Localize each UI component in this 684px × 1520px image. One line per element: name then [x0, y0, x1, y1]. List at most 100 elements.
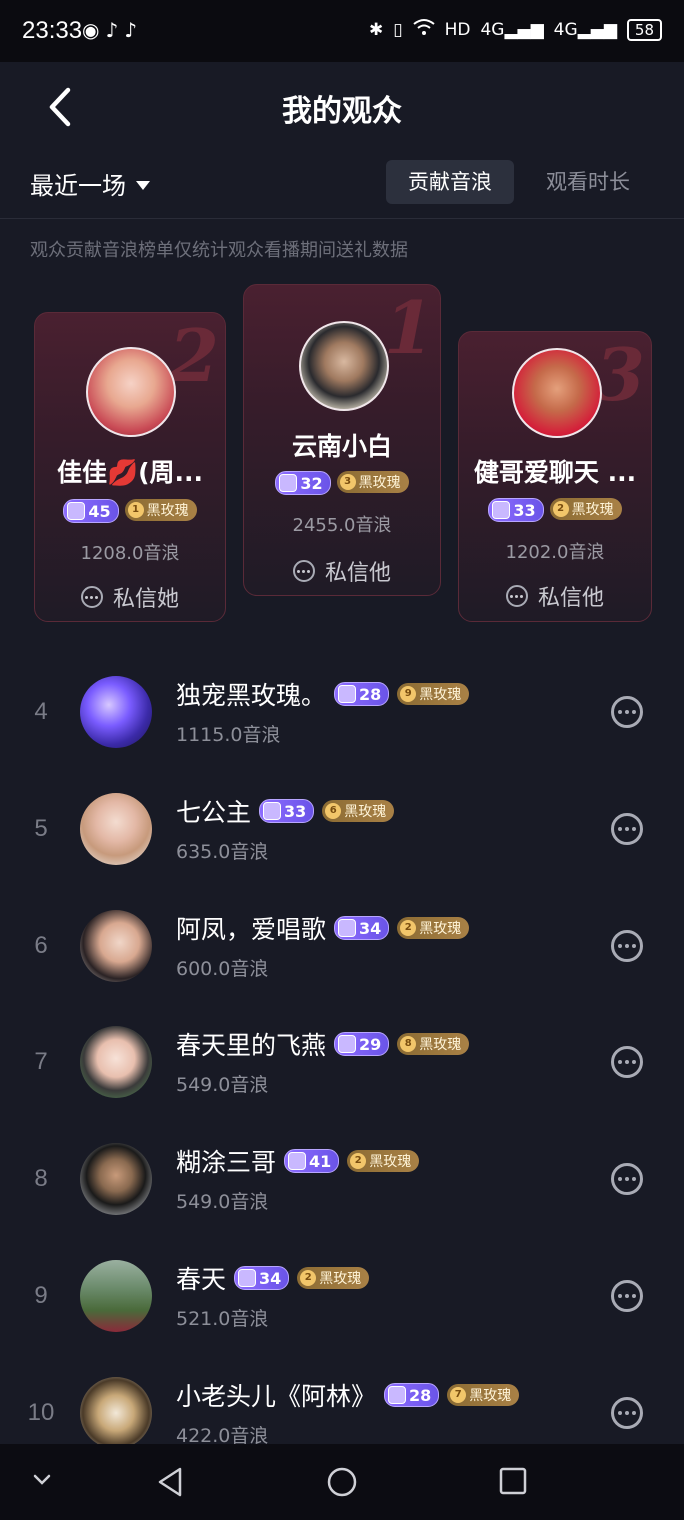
gem-icon	[67, 502, 86, 520]
contribution-value: 549.0音浪	[176, 1074, 269, 1096]
fan-club-name: 黑玫瑰	[344, 804, 387, 820]
list-item[interactable]: 9 春天 34 2 黑玫瑰 521.0音浪	[0, 1246, 684, 1363]
podium-card-rank-1[interactable]: 1 云南小白 32 3 黑玫瑰 2455.0音浪 私信他	[243, 284, 441, 596]
fan-club-badge: 2 黑玫瑰	[549, 498, 622, 520]
level-value: 45	[88, 501, 111, 521]
heart-icon: 2	[350, 1153, 367, 1169]
heart-icon: 8	[400, 1036, 417, 1052]
level-value: 28	[409, 1385, 432, 1405]
contribution-value: 422.0音浪	[176, 1425, 269, 1444]
fan-club-name: 黑玫瑰	[469, 1388, 512, 1404]
circle-home-icon	[327, 1467, 357, 1497]
status-right: ✱ ▯ HD 4G▂▄▆ 4G▂▄▆ 58	[369, 18, 662, 41]
user-name: 阿凤，爱唱歌	[176, 915, 327, 944]
fan-club-badge: 9 黑玫瑰	[397, 683, 470, 705]
fan-club-name: 黑玫瑰	[571, 502, 614, 518]
signal-icon: 4G▂▄▆	[480, 19, 544, 40]
header: 我的观众	[0, 62, 684, 152]
caret-down-icon	[136, 180, 150, 190]
level-badge: 32	[275, 471, 331, 495]
level-badge: 34	[234, 1266, 290, 1290]
message-label: 私信他	[324, 561, 391, 586]
rank-number: 7	[34, 1048, 48, 1075]
level-value: 34	[359, 918, 382, 938]
vibrate-icon: ▯	[393, 19, 403, 40]
wechat-icon: ◉	[82, 18, 106, 42]
nav-back-button[interactable]	[156, 1466, 184, 1502]
name-line: 小老头儿《阿林》 28 7 黑玫瑰	[176, 1377, 520, 1413]
name-line: 七公主 33 6 黑玫瑰	[176, 793, 395, 829]
gem-icon	[288, 1152, 307, 1170]
heart-icon: 1	[127, 502, 144, 518]
nav-collapse-button[interactable]	[30, 1470, 54, 1494]
list-item[interactable]: 8 糊涂三哥 41 2 黑玫瑰 549.0音浪	[0, 1129, 684, 1246]
contribution-value: 521.0音浪	[176, 1308, 269, 1330]
podium-card-rank-2[interactable]: 2 佳佳💋(周... 45 1 黑玫瑰 1208.0音浪 私信她	[34, 312, 226, 622]
level-value: 33	[284, 801, 307, 821]
hd-label: HD	[444, 19, 471, 40]
list-item[interactable]: 7 春天里的飞燕 29 8 黑玫瑰 549.0音浪	[0, 1012, 684, 1129]
heart-icon: 2	[300, 1270, 317, 1286]
message-button[interactable]: 私信她	[35, 581, 225, 613]
message-label: 私信她	[112, 587, 179, 612]
heart-icon: 9	[400, 686, 417, 702]
gem-icon	[263, 802, 282, 820]
heart-icon: 7	[450, 1387, 467, 1403]
nav-home-button[interactable]	[326, 1466, 358, 1502]
chat-icon[interactable]	[611, 1163, 643, 1195]
podium-name: 佳佳💋(周...	[56, 458, 204, 487]
heart-icon: 2	[400, 920, 417, 936]
rank-number-bg: 3	[594, 332, 645, 417]
heart-icon: 3	[339, 474, 356, 490]
rank-number: 8	[34, 1165, 48, 1192]
avatar	[80, 910, 152, 982]
rank-number: 9	[34, 1282, 48, 1309]
level-value: 29	[359, 1034, 382, 1054]
gem-icon	[388, 1386, 407, 1404]
chat-icon[interactable]	[611, 1280, 643, 1312]
fan-club-name: 黑玫瑰	[369, 1154, 412, 1170]
list-item[interactable]: 5 七公主 33 6 黑玫瑰 635.0音浪	[0, 779, 684, 896]
avatar	[80, 1377, 152, 1444]
contribution-value: 549.0音浪	[176, 1191, 269, 1213]
podium-card-rank-3[interactable]: 3 健哥爱聊天 ... 33 2 黑玫瑰 1202.0音浪 私信他	[458, 331, 652, 622]
session-dropdown[interactable]: 最近一场	[30, 166, 150, 201]
tiktok-icon: ♪	[105, 18, 125, 42]
fan-club-badge: 8 黑玫瑰	[397, 1033, 470, 1055]
chat-icon[interactable]	[611, 1046, 643, 1078]
message-button[interactable]: 私信他	[459, 580, 651, 612]
tab-contribution[interactable]: 贡献音浪	[386, 160, 514, 204]
gem-icon	[338, 1035, 357, 1053]
fan-club-badge: 7 黑玫瑰	[447, 1384, 520, 1406]
avatar	[80, 1026, 152, 1098]
level-value: 28	[359, 684, 382, 704]
user-name: 七公主	[176, 798, 252, 827]
name-line: 糊涂三哥 41 2 黑玫瑰	[176, 1143, 420, 1179]
badges: 32 3 黑玫瑰	[244, 471, 440, 495]
chat-icon[interactable]	[611, 1397, 643, 1429]
fan-club-name: 黑玫瑰	[419, 1037, 462, 1053]
user-name: 独宠黑玫瑰。	[176, 681, 327, 710]
nav-recents-button[interactable]	[498, 1466, 528, 1500]
badges: 45 1 黑玫瑰	[35, 499, 225, 523]
chat-icon	[292, 560, 315, 582]
name-line: 春天里的飞燕 29 8 黑玫瑰	[176, 1026, 470, 1062]
chat-icon[interactable]	[611, 696, 643, 728]
list-item[interactable]: 4 独宠黑玫瑰。 28 9 黑玫瑰 1115.0音浪	[0, 662, 684, 779]
level-badge: 28	[384, 1383, 440, 1407]
tab-watch-time[interactable]: 观看时长	[524, 160, 652, 204]
fan-club-name: 黑玫瑰	[419, 687, 462, 703]
triangle-back-icon	[158, 1467, 182, 1497]
user-name: 糊涂三哥	[176, 1148, 277, 1177]
filter-row: 最近一场 贡献音浪 观看时长	[0, 152, 684, 219]
list-item[interactable]: 10 小老头儿《阿林》 28 7 黑玫瑰 422.0音浪	[0, 1363, 684, 1444]
chat-icon[interactable]	[611, 930, 643, 962]
fan-club-badge: 2 黑玫瑰	[347, 1150, 420, 1172]
signal-icon: 4G▂▄▆	[553, 19, 617, 40]
rank-number: 10	[27, 1399, 55, 1426]
podium-value: 1208.0音浪	[80, 543, 180, 564]
list-item[interactable]: 6 阿凤，爱唱歌 34 2 黑玫瑰 600.0音浪	[0, 896, 684, 1013]
message-button[interactable]: 私信他	[244, 555, 440, 587]
rank-number: 4	[34, 698, 48, 725]
chat-icon[interactable]	[611, 813, 643, 845]
